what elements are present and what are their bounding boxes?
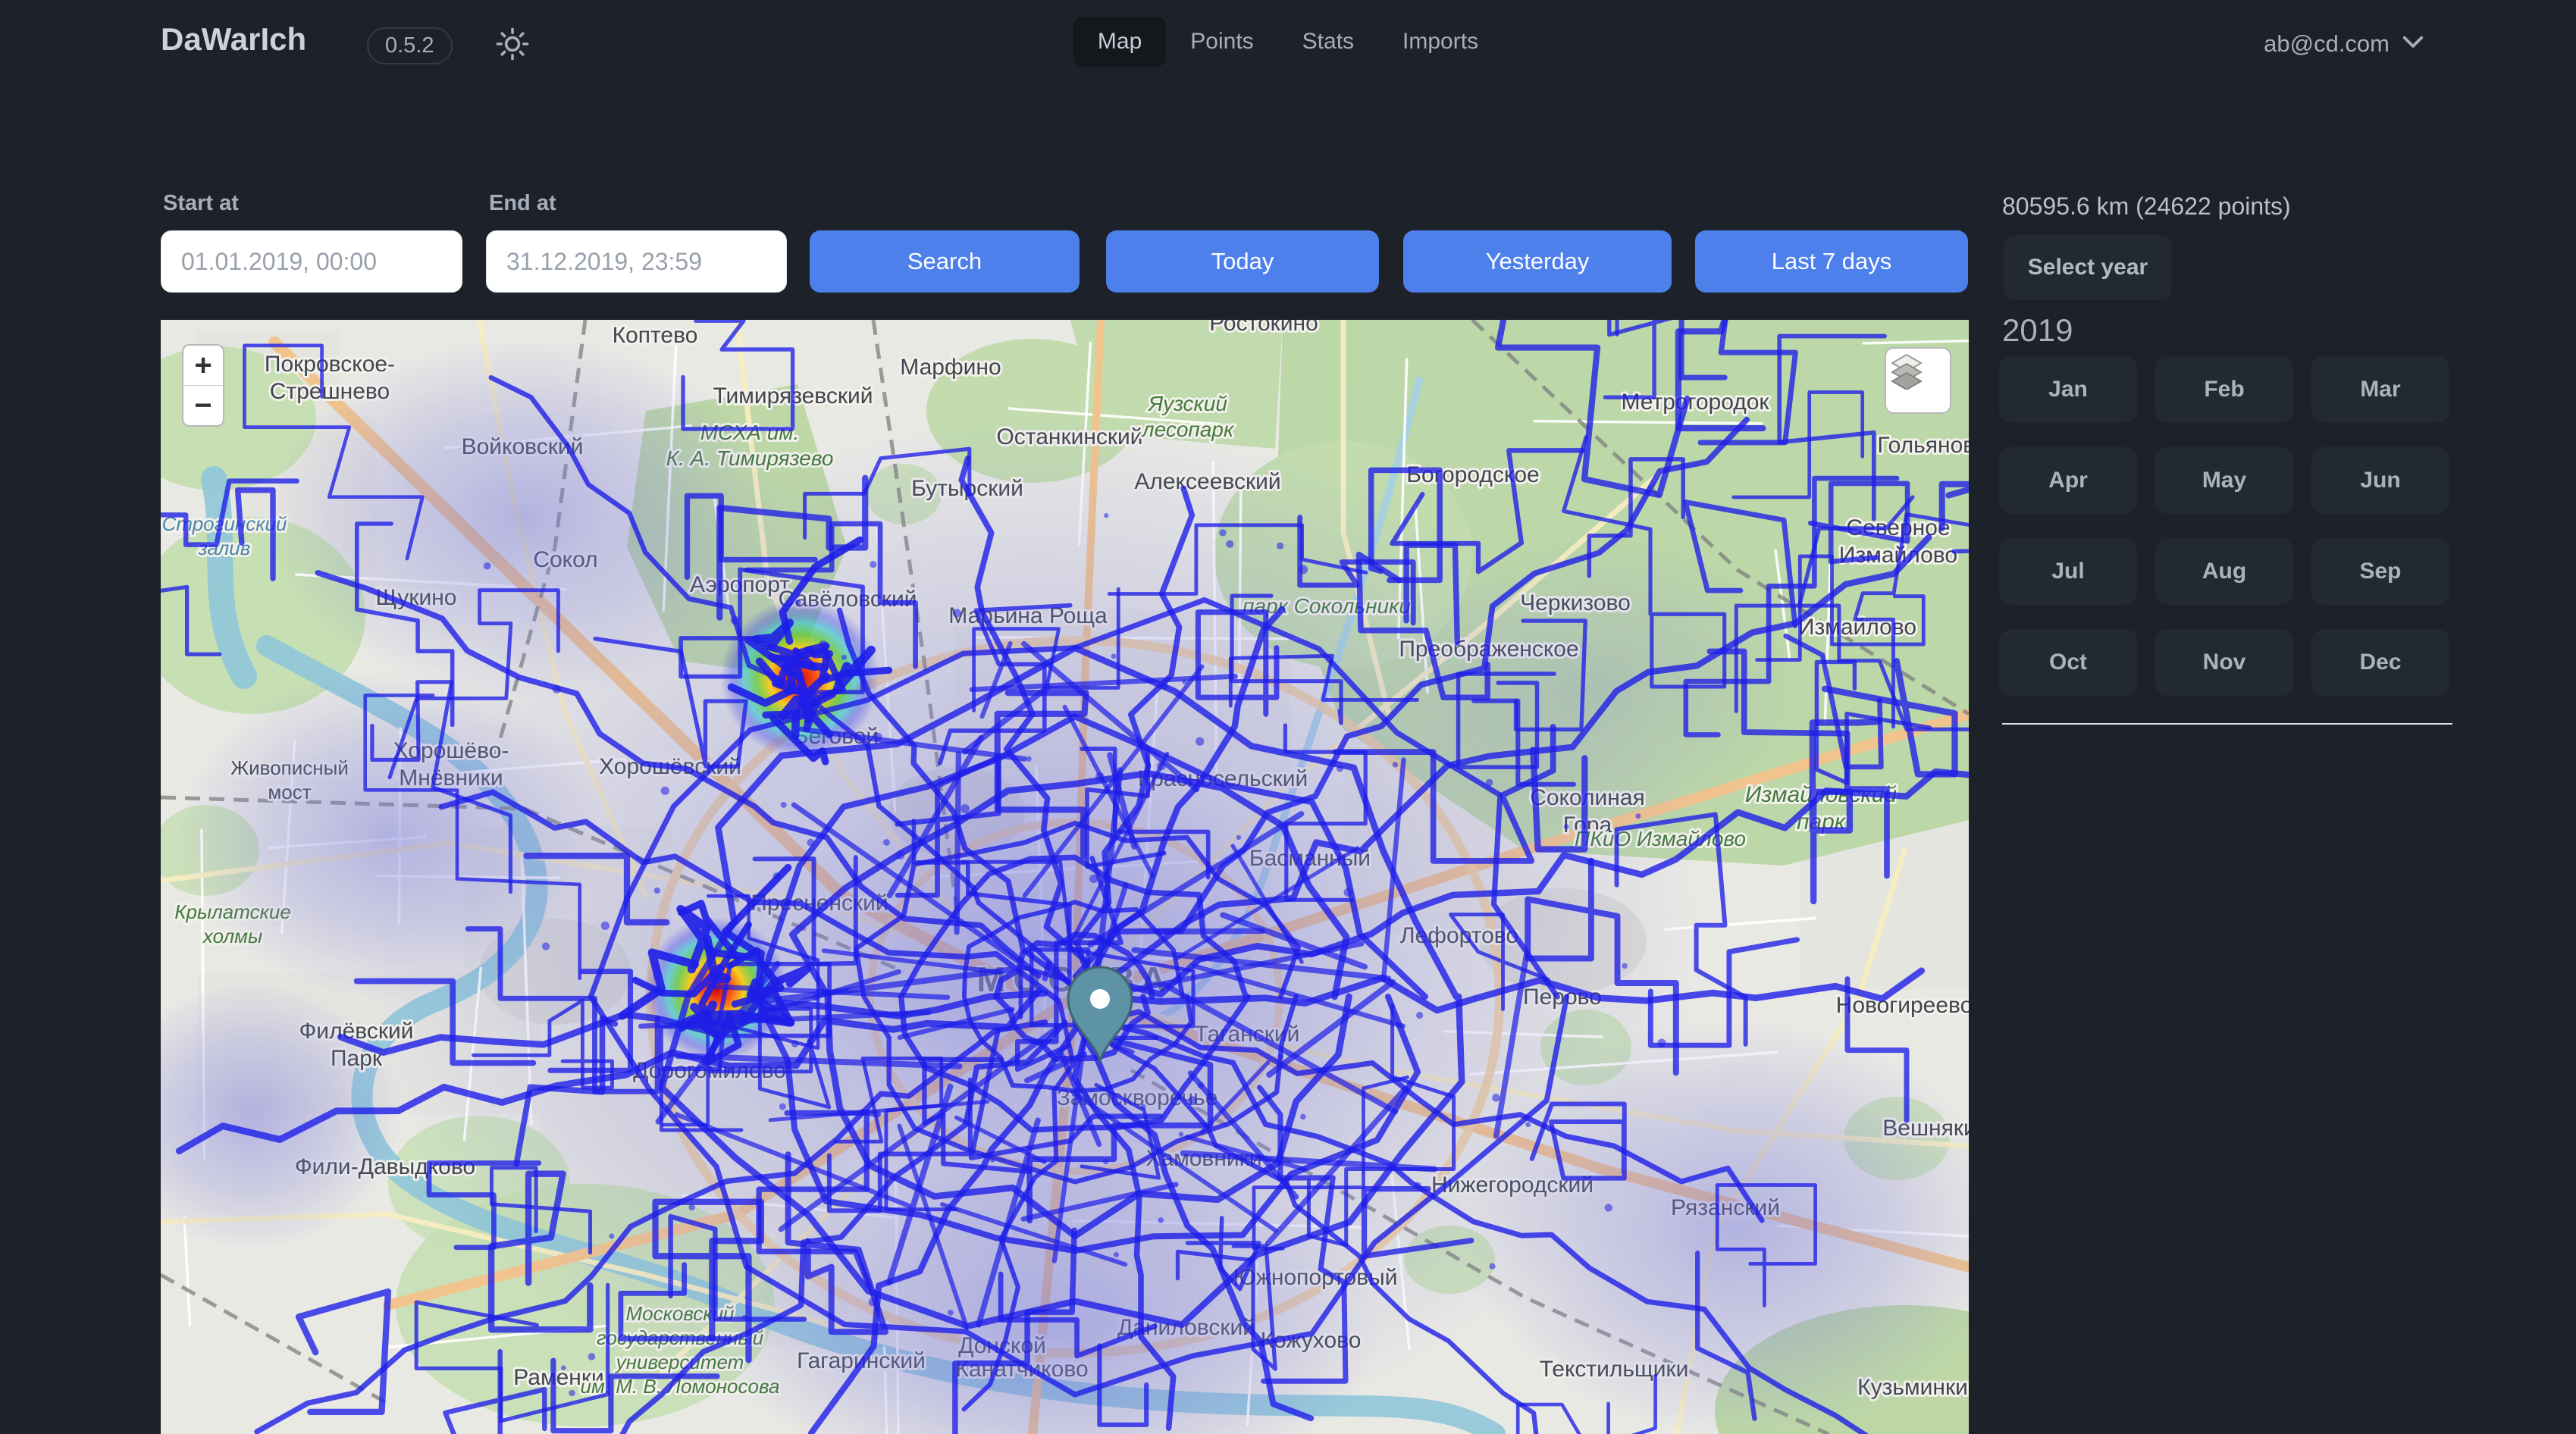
search-button[interactable]: Search [810,230,1080,293]
year-heading: 2019 [2002,312,2073,349]
month-button-mar[interactable]: Mar [2311,356,2449,423]
version-badge: 0.5.2 [367,27,453,64]
month-button-jul[interactable]: Jul [1999,538,2137,605]
month-grid: Jan Feb Mar Apr May Jun Jul Aug Sep Oct Nov Dec [1999,356,2449,696]
map-label: Гольяново [1877,433,1969,458]
map-label: Богородское [1406,462,1539,487]
map-label: Марфино [900,355,1001,380]
month-button-oct[interactable]: Oct [1999,629,2137,696]
last-7-days-button[interactable]: Last 7 days [1695,230,1968,293]
map-label: Ростокино [1209,320,1318,336]
user-menu[interactable]: ab@cd.com [2264,30,2424,58]
distance-summary: 80595.6 km (24622 points) [2002,193,2291,221]
zoom-in-button[interactable]: + [183,346,223,386]
start-at-label: Start at [163,191,239,216]
today-button[interactable]: Today [1106,230,1379,293]
chevron-down-icon [2402,35,2424,54]
tab-map[interactable]: Map [1073,17,1166,67]
month-button-aug[interactable]: Aug [2155,538,2293,605]
month-button-jan[interactable]: Jan [1999,356,2137,423]
layers-control[interactable] [1885,347,1951,414]
tab-imports[interactable]: Imports [1378,17,1503,67]
map-label: Метрогородок [1621,390,1769,415]
map-label: Новогиреево [1836,993,1969,1018]
month-button-feb[interactable]: Feb [2155,356,2293,423]
user-email: ab@cd.com [2264,30,2390,58]
main-nav: MapPointsStatsImports [1073,17,1503,67]
month-button-dec[interactable]: Dec [2311,629,2449,696]
map-label: Коптево [613,323,698,348]
sun-icon [494,26,531,66]
tab-stats[interactable]: Stats [1278,17,1378,67]
theme-toggle[interactable] [491,24,534,67]
yesterday-button[interactable]: Yesterday [1403,230,1672,293]
end-at-label: End at [489,191,556,216]
select-year-button[interactable]: Select year [2004,235,2172,300]
tab-points[interactable]: Points [1166,17,1277,67]
month-button-nov[interactable]: Nov [2155,629,2293,696]
month-button-may[interactable]: May [2155,447,2293,514]
zoom-out-button[interactable]: − [183,386,223,425]
month-button-jun[interactable]: Jun [2311,447,2449,514]
app-logo: DaWarIch [161,21,306,58]
map[interactable]: РостокиноКоптевоПокровское-СтрешневоТими… [161,320,1969,1434]
month-button-apr[interactable]: Apr [1999,447,2137,514]
end-at-input[interactable] [486,230,787,293]
zoom-control: + − [182,344,224,427]
panel-divider [2002,723,2452,725]
start-at-input[interactable] [161,230,462,293]
month-button-sep[interactable]: Sep [2311,538,2449,605]
